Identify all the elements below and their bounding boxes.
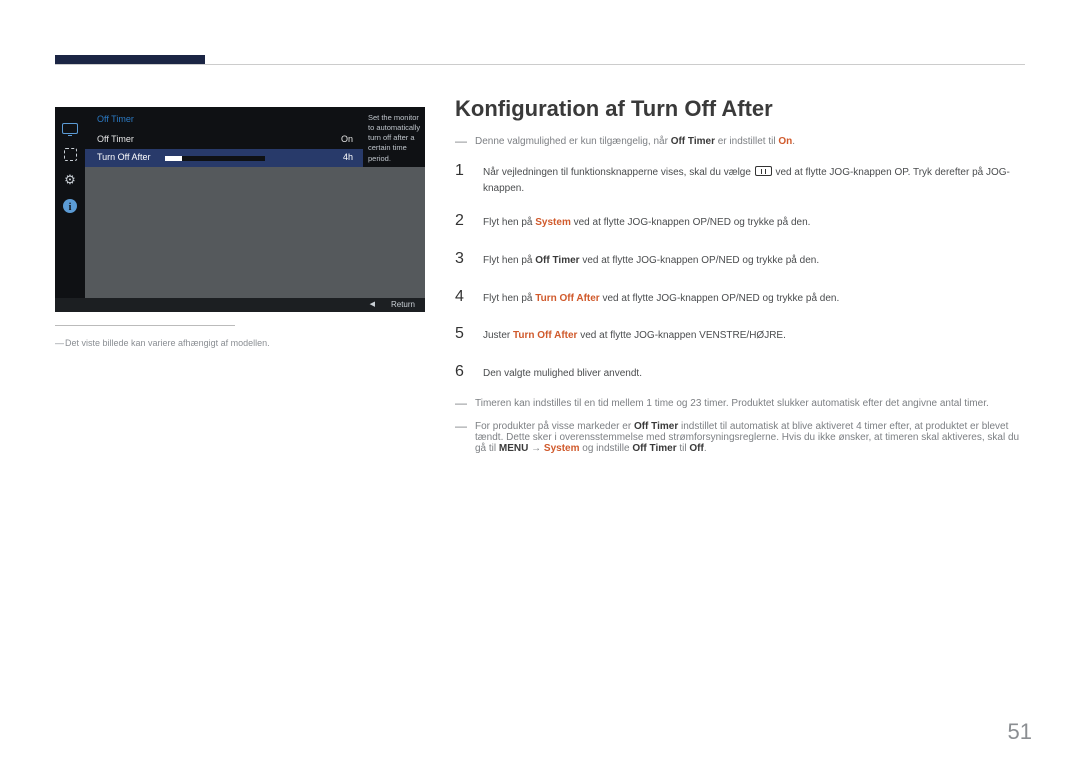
- info-icon: [61, 199, 79, 213]
- osd-screenshot: Off Timer Off Timer On Turn Off After 4h…: [55, 107, 425, 312]
- osd-return-label: Return: [391, 300, 415, 310]
- page-number: 51: [1008, 719, 1032, 745]
- back-arrow-icon: ◀: [370, 300, 375, 309]
- osd-row-turnoffafter: Turn Off After 4h: [85, 149, 363, 167]
- osd-offtimer-label: Off Timer: [97, 134, 134, 146]
- osd-turnoff-value: 4h: [343, 152, 353, 164]
- availability-note: Denne valgmulighed er kun tilgængelig, n…: [455, 136, 1020, 147]
- osd-turnoff-label: Turn Off After: [97, 152, 151, 164]
- osd-row-offtimer: Off Timer On: [85, 131, 363, 149]
- menu-icon: [755, 166, 772, 176]
- footnote-rule: [55, 325, 235, 326]
- monitor-icon: [61, 121, 79, 135]
- osd-turnoff-slider: [165, 156, 265, 161]
- osd-main: Off Timer Off Timer On Turn Off After 4h: [85, 107, 363, 167]
- step-5: 5 Juster Turn Off After ved at flytte JO…: [455, 322, 1020, 347]
- content-column: Konfiguration af Turn Off After Denne va…: [455, 96, 1020, 466]
- step-number: 1: [455, 159, 469, 184]
- market-note: For produkter på visse markeder er Off T…: [455, 421, 1020, 454]
- header-rule: [55, 64, 1025, 65]
- step-number: 6: [455, 360, 469, 385]
- osd-footer: ◀ Return: [55, 298, 425, 312]
- step-6: 6 Den valgte mulighed bliver anvendt.: [455, 360, 1020, 385]
- osd-offtimer-value: On: [341, 134, 353, 146]
- gear-icon: [61, 173, 79, 187]
- step-number: 5: [455, 322, 469, 347]
- step-list: 1 Når vejledningen til funktionsknappern…: [455, 159, 1020, 385]
- osd-caption: Det viste billede kan variere afhængigt …: [55, 338, 270, 348]
- step-2: 2 Flyt hen på System ved at flytte JOG-k…: [455, 209, 1020, 234]
- osd-panel-title: Off Timer: [97, 114, 134, 126]
- step-number: 3: [455, 247, 469, 272]
- step-1: 1 Når vejledningen til funktionsknappern…: [455, 159, 1020, 196]
- step-4: 4 Flyt hen på Turn Off After ved at flyt…: [455, 285, 1020, 310]
- osd-description: Set the monitor to automatically turn of…: [368, 113, 420, 163]
- step-3: 3 Flyt hen på Off Timer ved at flytte JO…: [455, 247, 1020, 272]
- osd-description-panel: Set the monitor to automatically turn of…: [363, 107, 425, 167]
- header-accent: [55, 55, 205, 64]
- target-icon: [61, 147, 79, 161]
- step-number: 2: [455, 209, 469, 234]
- timer-range-note: Timeren kan indstilles til en tid mellem…: [455, 398, 1020, 409]
- step-number: 4: [455, 285, 469, 310]
- osd-sidebar: [55, 107, 85, 312]
- page-title: Konfiguration af Turn Off After: [455, 96, 1020, 122]
